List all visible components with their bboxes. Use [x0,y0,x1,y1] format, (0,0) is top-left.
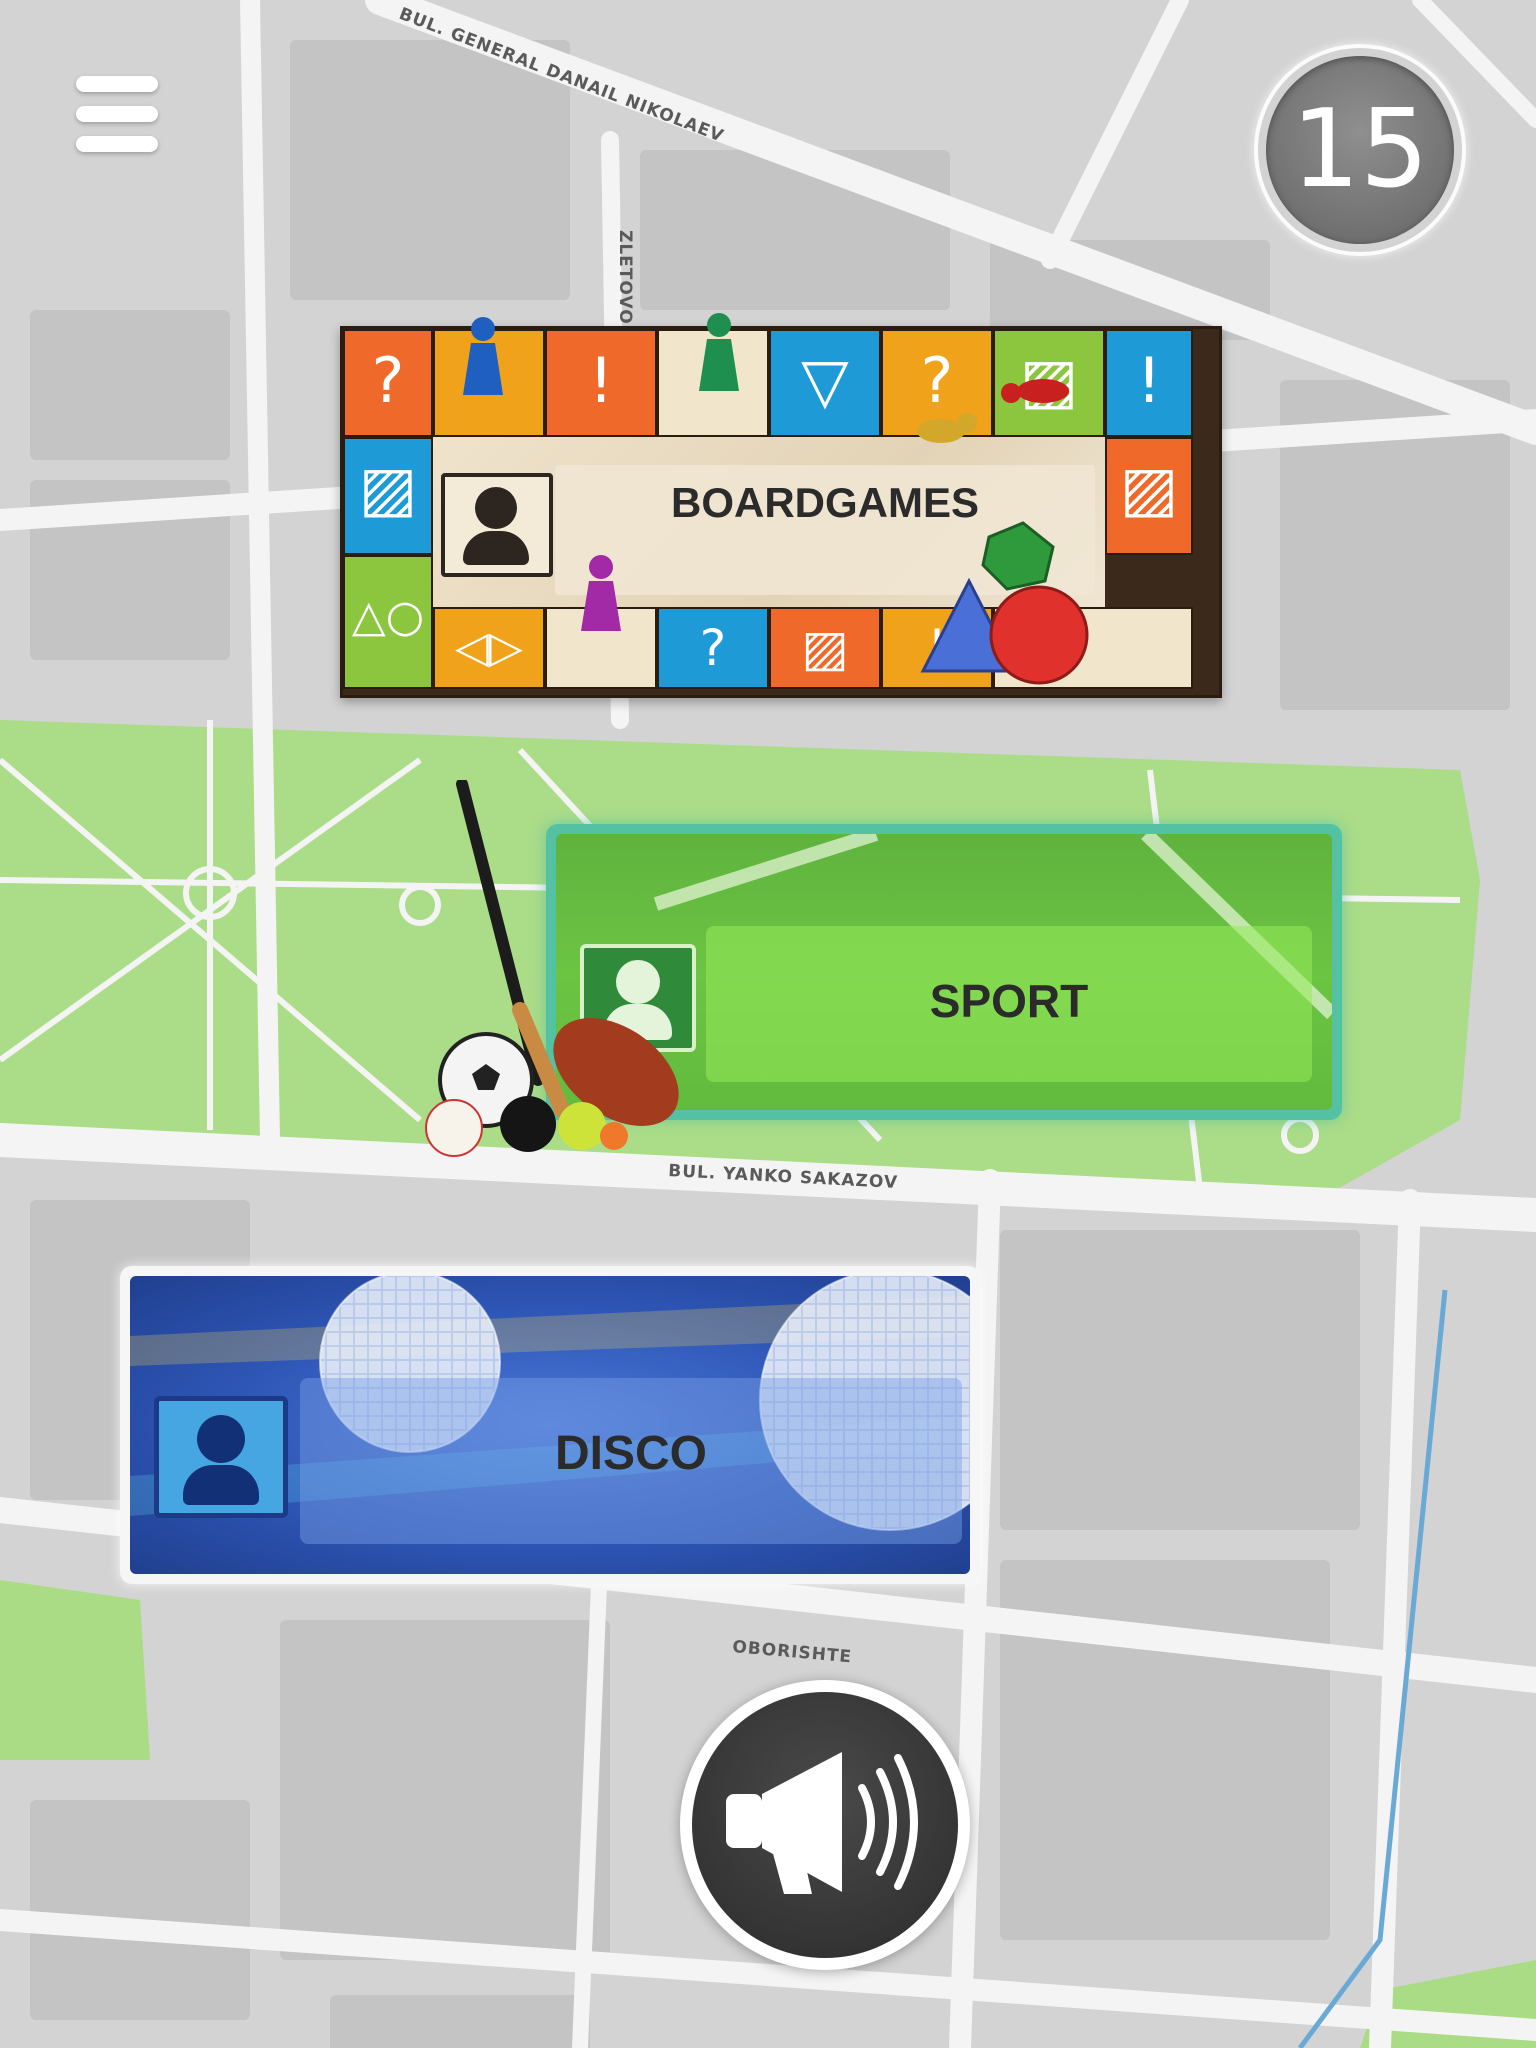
room-card-disco[interactable]: DISCO [120,1266,980,1584]
room-label-sport: SPORT [929,975,1089,1027]
room-label-disco: DISCO [554,1427,707,1480]
game-pieces-image [463,313,1089,685]
menu-button[interactable] [70,70,170,160]
room-card-boardgames[interactable]: ? ! ▽ ? ▨ ! ▨ ▨ △○ ◁▷ ? ▨ ! BOARDGAMES [340,313,1222,698]
sports-equipment-image [425,780,679,1157]
person-icon [154,1396,288,1518]
megaphone-icon [726,1752,918,1894]
player-counter: 15 [1254,44,1466,256]
megaphone-button[interactable] [680,1680,970,1970]
counter-value: 15 [1291,87,1429,212]
